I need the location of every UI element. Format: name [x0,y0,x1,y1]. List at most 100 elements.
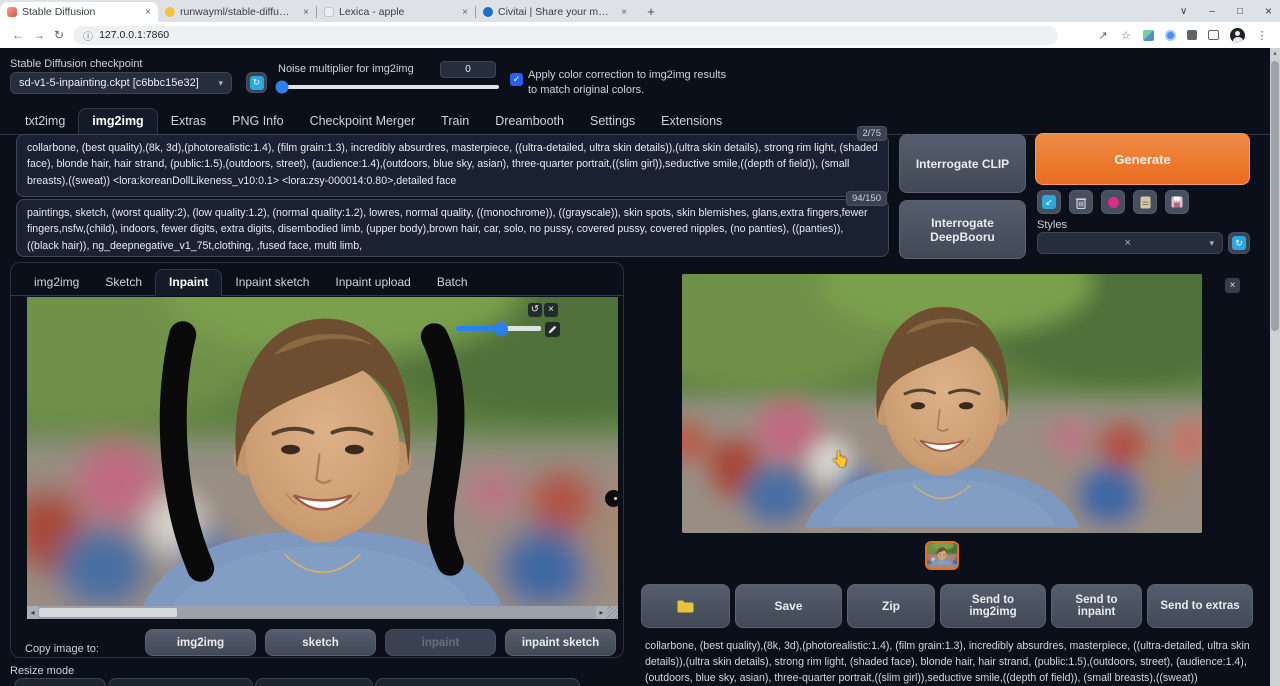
tab-mode-img2img[interactable]: img2img [21,270,92,295]
canvas-horizontal-scrollbar[interactable]: ◂ ▸ [27,606,618,619]
copy-to-sketch-button[interactable]: sketch [265,629,376,656]
gallery-thumbnail[interactable] [925,541,959,570]
copy-to-inpaint-sketch-button[interactable]: inpaint sketch [505,629,616,656]
send-to-inpaint-button[interactable]: Send to inpaint [1051,584,1142,628]
close-gallery-button[interactable]: × [1225,278,1240,293]
zip-button[interactable]: Zip [847,584,935,628]
clear-styles-icon[interactable]: × [1125,237,1131,249]
tab-extras[interactable]: Extras [158,109,219,134]
scroll-up-icon[interactable]: ▴ [1270,48,1280,60]
noise-multiplier-slider[interactable] [278,85,499,89]
negative-prompt-textarea[interactable]: paintings, sketch, (worst quality:2), (l… [16,199,889,257]
interrogate-clip-button[interactable]: Interrogate CLIP [899,134,1026,193]
tab-close-icon[interactable]: × [458,7,468,18]
minimize-icon[interactable]: – [1209,6,1215,17]
send-to-img2img-button[interactable]: Send to img2img [940,584,1046,628]
copy-to-img2img-button[interactable]: img2img [145,629,256,656]
resize-mode-option[interactable] [375,678,580,686]
tab-mode-inpaint-sketch[interactable]: Inpaint sketch [222,270,322,295]
inpaint-canvas[interactable]: ↺ × [27,297,618,606]
noise-multiplier-input[interactable]: 0 [440,61,496,78]
generate-button[interactable]: Generate [1035,133,1250,185]
tab-checkpoint-merger[interactable]: Checkpoint Merger [297,109,429,134]
styles-label: Styles [1037,219,1067,231]
negative-prompt-token-counter: 94/150 [846,191,887,206]
save-button[interactable]: Save [735,584,842,628]
tab-txt2img[interactable]: txt2img [12,109,78,134]
slider-handle[interactable] [276,81,289,94]
tab-dreambooth[interactable]: Dreambooth [482,109,577,134]
address-bar[interactable]: ⓘ 127.0.0.1:7860 [73,26,1058,45]
gallery-actions-row: Save Zip Send to img2img Send to inpaint… [641,584,1253,628]
slider-handle[interactable] [494,322,508,336]
tab-train[interactable]: Train [428,109,482,134]
browser-tab-lexica[interactable]: Lexica - apple × [317,2,475,22]
color-correction-checkbox[interactable]: ✓ [510,73,523,86]
close-window-icon[interactable]: × [1265,4,1272,18]
open-folder-button[interactable] [641,584,730,628]
tab-mode-sketch[interactable]: Sketch [92,270,155,295]
thumbnail-image [927,543,957,568]
undo-stroke-button[interactable]: ↺ [528,303,542,317]
brush-color-knob[interactable] [605,490,618,507]
brush-size-slider[interactable] [456,326,541,331]
refresh-styles-button[interactable]: ↻ [1228,232,1250,254]
tab-settings[interactable]: Settings [577,109,648,134]
tab-close-icon[interactable]: × [299,7,309,18]
pencil-icon [548,325,557,334]
resize-mode-option[interactable] [108,678,253,686]
forward-icon[interactable]: → [33,28,45,42]
send-to-extras-button[interactable]: Send to extras [1147,584,1253,628]
color-correction-label: Apply color correction to img2img result… [528,68,733,98]
refresh-icon: ↻ [250,76,264,90]
brush-tool-button[interactable] [545,322,560,337]
tab-close-icon[interactable]: × [141,7,151,18]
browser-menu-icon[interactable]: ⋮ [1256,29,1268,41]
save-style-button[interactable] [1165,190,1189,214]
styles-dropdown[interactable]: × ▾ [1037,232,1223,254]
tab-mode-inpaint[interactable]: Inpaint [155,269,222,296]
back-icon[interactable]: ← [12,28,24,42]
bookmark-star-icon[interactable]: ☆ [1120,29,1132,41]
tab-close-icon[interactable]: × [617,7,627,18]
tab-extensions[interactable]: Extensions [648,109,735,134]
extension-blue-icon[interactable] [1165,30,1176,41]
tab-img2img[interactable]: img2img [78,108,157,135]
hand-cursor: 👆 [831,450,850,468]
extensions-puzzle-icon[interactable] [1187,30,1197,40]
apply-styles-button[interactable] [1133,190,1157,214]
scrollbar-thumb[interactable] [1271,61,1279,331]
generated-image [682,274,1202,533]
tab-mode-inpaint-upload[interactable]: Inpaint upload [322,270,423,295]
browser-tab-runwayml[interactable]: runwayml/stable-diffusion-inpa × [158,2,316,22]
paste-generation-params-button[interactable]: ↙ [1037,190,1061,214]
tab-png-info[interactable]: PNG Info [219,109,296,134]
extra-networks-button[interactable] [1101,190,1125,214]
scroll-right-icon[interactable]: ▸ [596,606,607,619]
share-icon[interactable]: ↗ [1097,29,1109,41]
scroll-left-icon[interactable]: ◂ [27,606,38,619]
resize-mode-option[interactable] [255,678,373,686]
checkpoint-dropdown[interactable]: sd-v1-5-inpainting.ckpt [c6bbc15e32] ▾ [10,72,232,94]
side-panel-icon[interactable] [1208,30,1219,40]
reload-icon[interactable]: ↻ [54,28,64,42]
tab-mode-batch[interactable]: Batch [424,270,481,295]
result-image[interactable] [682,274,1202,533]
clear-image-button[interactable]: × [544,303,558,317]
refresh-checkpoint-button[interactable]: ↻ [246,72,267,93]
interrogate-deepbooru-button[interactable]: Interrogate DeepBooru [899,200,1026,259]
browser-tab-stable-diffusion[interactable]: Stable Diffusion × [0,2,158,22]
profile-avatar[interactable] [1230,28,1245,43]
extension-grid-icon[interactable] [1143,30,1154,41]
prompt-textarea[interactable]: collarbone, (best quality),(8k, 3d),(pho… [16,134,889,197]
clear-prompt-button[interactable] [1069,190,1093,214]
resize-grip[interactable] [607,606,618,619]
resize-mode-option[interactable] [14,678,106,686]
tab-search-icon[interactable]: ∨ [1180,6,1187,17]
browser-tab-civitai[interactable]: Civitai | Share your models × [476,2,634,22]
page-scrollbar[interactable]: ▴ [1270,48,1280,686]
maximize-icon[interactable]: □ [1237,6,1243,17]
new-tab-button[interactable]: + [642,3,660,21]
site-info-icon[interactable]: ⓘ [83,28,93,43]
scrollbar-thumb[interactable] [39,608,177,617]
